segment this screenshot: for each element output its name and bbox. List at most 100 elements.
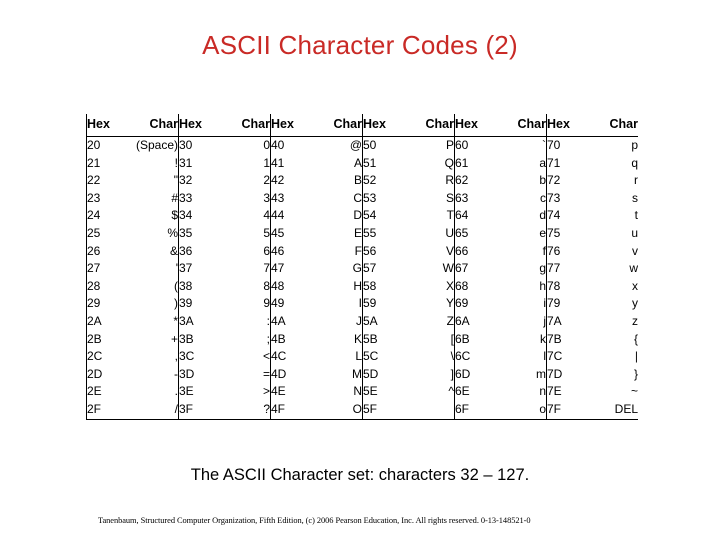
cell-character: k [540, 331, 546, 346]
cell-hex-code: 7E [546, 383, 585, 401]
cell-hex-code: 2A [86, 312, 125, 331]
cell-character: h [539, 278, 546, 293]
cell-character: ! [174, 155, 178, 170]
cell-hex-code: 47 [270, 260, 309, 278]
cell-hex-code: 51 [362, 154, 401, 173]
cell-character: I [358, 296, 362, 311]
cell-hex-code: 63 [454, 189, 493, 208]
cell-character: r [634, 173, 638, 188]
cell-hex-code: 3F [178, 400, 217, 420]
column-header-char: Char [401, 114, 455, 137]
cell-character: b [539, 173, 546, 188]
cell-hex-code: 6B [454, 330, 493, 349]
cell-character: G [352, 261, 362, 276]
cell-character: v [632, 243, 638, 258]
cell-hex-code: 7D [546, 365, 585, 384]
cell-hex-code: 39 [178, 295, 217, 313]
cell-hex-code: 2D [86, 365, 125, 384]
cell-character: 6 [263, 243, 270, 258]
cell-hex-code: 5E [362, 383, 401, 401]
cell-hex-code: 3C [178, 348, 217, 366]
table-header-row: Hex Char Hex Char Hex Char Hex Char Hex Char Hex Ch… [86, 114, 638, 137]
cell-hex-code: 42 [270, 172, 309, 190]
cell-hex-code: 4E [270, 383, 309, 401]
cell-hex-code: 55 [362, 224, 401, 243]
column-header-hex: Hex [362, 114, 401, 137]
cell-hex-code: 64 [454, 207, 493, 225]
cell-character: | [634, 349, 638, 364]
cell-character: (Space) [135, 138, 178, 152]
column-header-hex: Hex [86, 114, 125, 137]
cell-character: P [445, 138, 454, 152]
cell-character: @ [349, 138, 362, 152]
cell-hex-code: 78 [546, 277, 585, 296]
column-header-char: Char [125, 114, 179, 137]
cell-character: C [353, 190, 362, 205]
cell-character: Q [444, 155, 454, 170]
ascii-character-codes-table: Hex Char Hex Char Hex Char Hex Char Hex Char Hex Ch… [86, 114, 638, 420]
cell-hex-code: 6E [454, 383, 493, 401]
cell-character: F [354, 243, 362, 258]
cell-character: K [353, 331, 362, 346]
cell-hex-code: 34 [178, 207, 217, 225]
cell-character: c [540, 190, 546, 205]
cell-hex-code: 74 [546, 207, 585, 225]
cell-hex-code: 43 [270, 189, 309, 208]
cell-hex-code: 48 [270, 277, 309, 296]
cell-hex-code: 21 [86, 154, 125, 173]
cell-hex-code: 4D [270, 365, 309, 384]
table-row: 20 (Space) 30 0 40 @50 P 60 ` 70 p [86, 136, 638, 155]
table-row: 22 " 32 2 42 B 52 R 62 b 72 r [86, 172, 638, 190]
cell-character: < [262, 349, 270, 364]
cell-character: Y [445, 296, 454, 311]
column-header-char: Char [493, 114, 547, 137]
table-caption: The ASCII Character set: characters 32 –… [190, 466, 530, 484]
table-header: Hex Char Hex Char Hex Char Hex Char Hex Char Hex Ch… [86, 114, 638, 137]
cell-hex-code: 4C [270, 348, 309, 366]
cell-character: 9 [263, 296, 270, 311]
cell-hex-code: 2B [86, 330, 125, 349]
footer-credit: Tanenbaum, Structured Computer Organizat… [98, 516, 531, 525]
cell-character: = [262, 366, 270, 381]
cell-hex-code: 3B [178, 330, 217, 349]
cell-character: 0 [263, 138, 270, 152]
cell-character: S [445, 190, 454, 205]
cell-hex-code: 6A [454, 312, 493, 331]
cell-character: O [309, 400, 363, 420]
cell-character: y [632, 296, 638, 311]
cell-character: q [631, 155, 638, 170]
cell-hex-code: 4F [270, 400, 309, 420]
cell-hex-code: 54 [362, 207, 401, 225]
cell-hex-code: 66 [454, 242, 493, 261]
cell-character: V [445, 243, 454, 258]
cell-hex-code: 58 [362, 277, 401, 296]
column-header-hex: Hex [270, 114, 309, 137]
ascii-table-container: Hex Char Hex Char Hex Char Hex Char Hex Char Hex Ch… [86, 114, 638, 420]
cell-hex-code: 6C [454, 348, 493, 366]
cell-hex-code: 25 [86, 224, 125, 243]
cell-character: x [632, 278, 638, 293]
column-header-hex: Hex [454, 114, 493, 137]
cell-hex-code: 53 [362, 189, 401, 208]
cell-character: # [171, 190, 178, 205]
column-header-hex: Hex [178, 114, 217, 137]
cell-hex-code: 3D [178, 365, 217, 384]
cell-hex-code: 5C [362, 348, 401, 366]
cell-character: : [266, 313, 270, 328]
table-row: 27 ' 37 7 47 G 57 W 67 g 77 w [86, 260, 638, 278]
column-header-char: Char [309, 114, 363, 137]
cell-hex-code: 5D [362, 365, 401, 384]
table-row: 2E. 3E >4E N 5E ^ 6E n 7E ~ [86, 383, 638, 401]
table-row: 2B +3B; 4B K 5B [6B k 7B { [86, 330, 638, 349]
cell-character: t [634, 208, 638, 223]
cell-character: % [167, 225, 178, 240]
cell-hex-code: 7B [546, 330, 585, 349]
cell-character: + [170, 331, 178, 346]
cell-hex-code: 23 [86, 189, 125, 208]
cell-hex-code: 50 [362, 136, 401, 155]
cell-character: { [633, 331, 638, 346]
cell-hex-code: 2F [86, 400, 125, 420]
cell-hex-code: 41 [270, 154, 309, 173]
cell-character: 1 [263, 155, 270, 170]
cell-hex-code: 44 [270, 207, 309, 225]
